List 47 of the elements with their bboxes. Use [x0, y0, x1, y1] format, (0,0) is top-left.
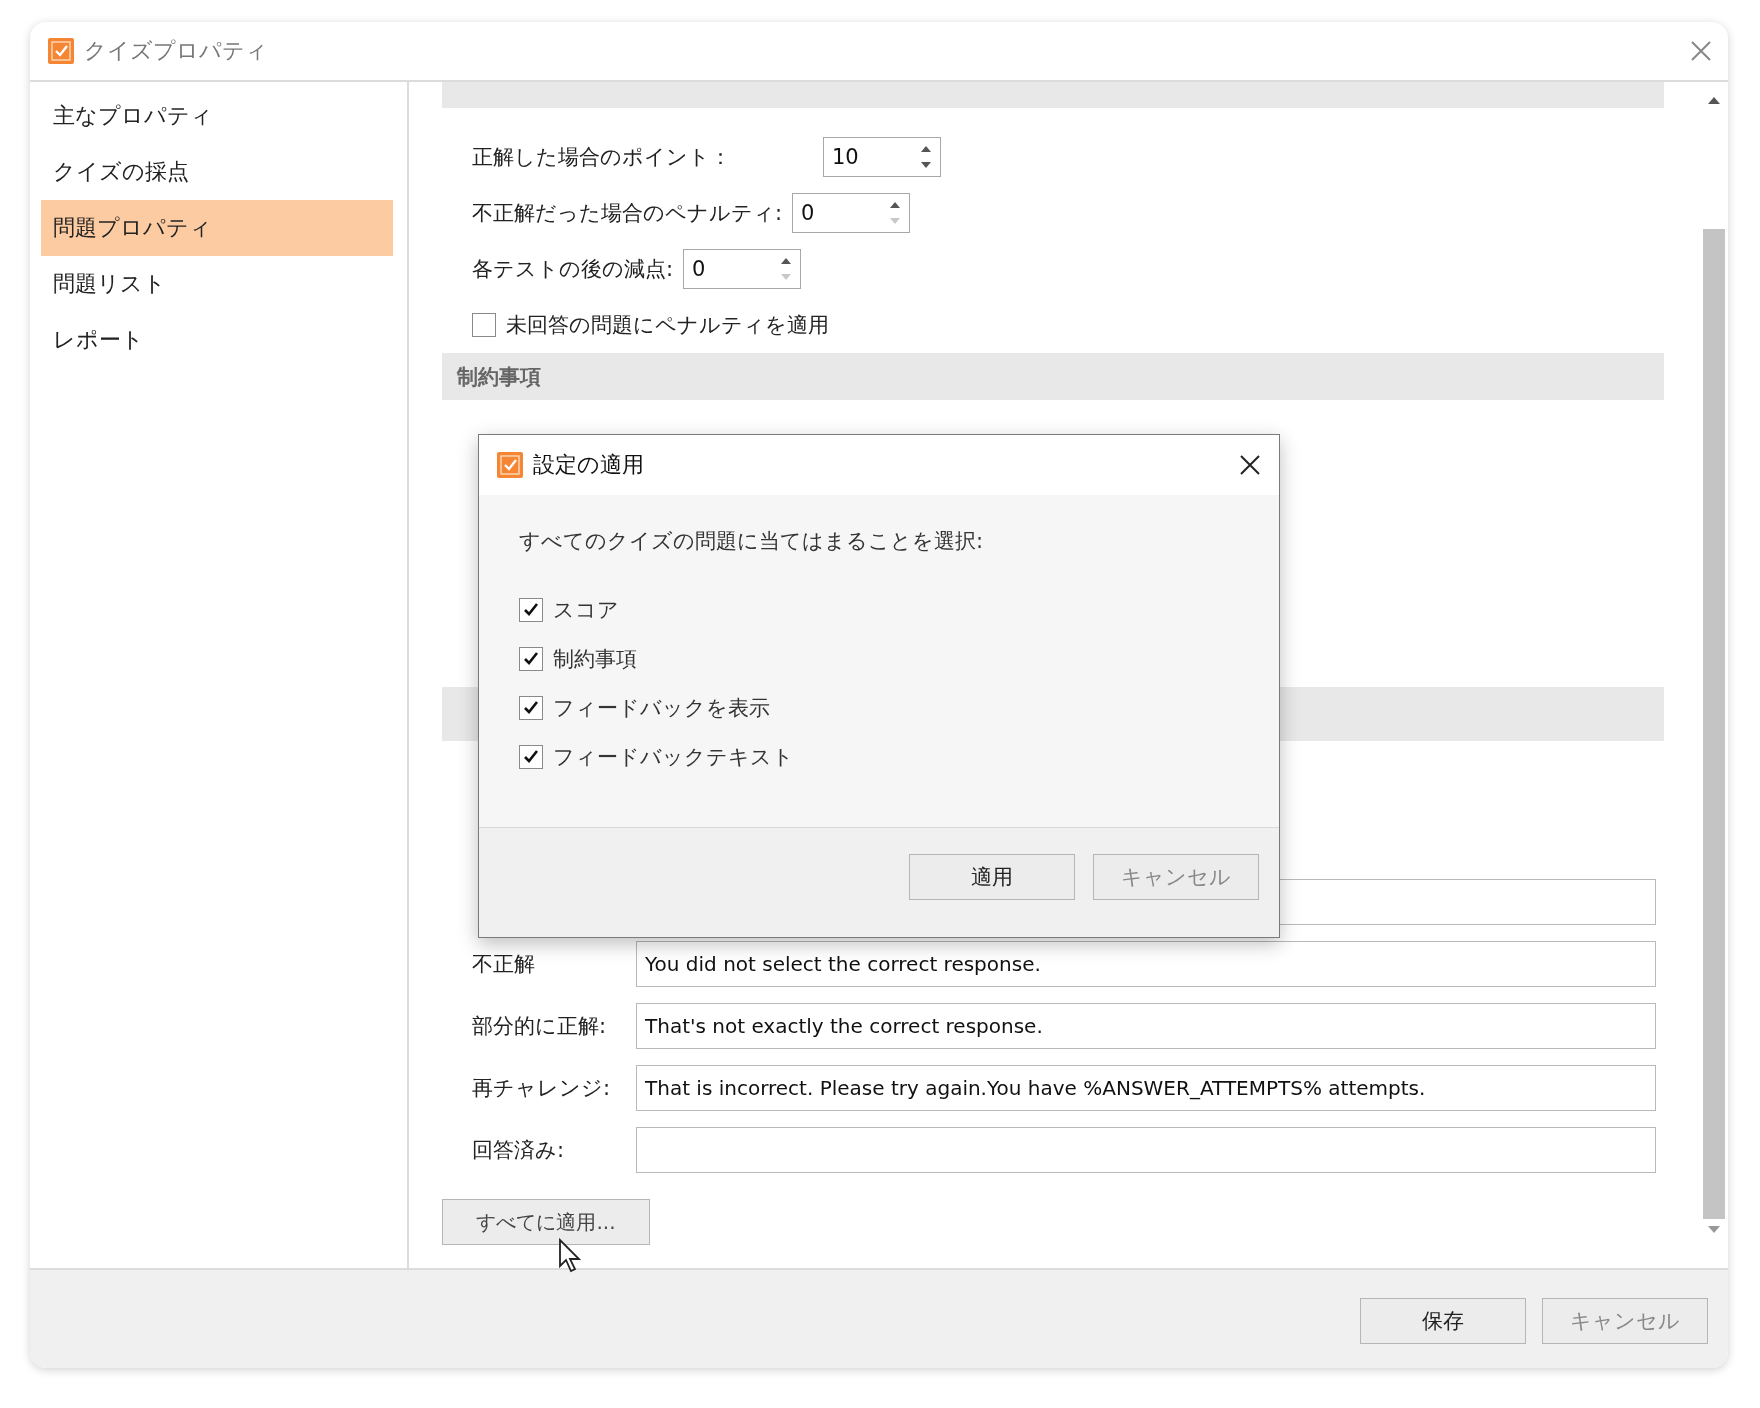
scroll-down-icon[interactable] — [1707, 1225, 1721, 1234]
input-field[interactable]: You did not select the correct response. — [636, 941, 1656, 987]
scroll-up-icon[interactable] — [1707, 96, 1721, 105]
input-field[interactable]: That's not exactly the correct response. — [636, 1003, 1656, 1049]
sidebar-item[interactable]: 問題リスト — [41, 256, 393, 312]
sidebar-item[interactable]: レポート — [41, 312, 393, 368]
checkbox-label: フィードバックを表示 — [553, 694, 770, 722]
button[interactable]: 適用 — [909, 854, 1075, 900]
sidebar-item[interactable]: 主なプロパティ — [41, 88, 393, 144]
sidebar-item[interactable]: クイズの採点 — [41, 144, 393, 200]
dialog-prompt: すべてのクイズの問題に当てはまることを選択: — [519, 528, 985, 555]
field-label: 回答済み: — [472, 1137, 566, 1164]
checkbox-label: 未回答の問題にペナルティを適用 — [506, 312, 829, 339]
field-label: 正解した場合のポイント： — [472, 144, 731, 171]
dialog-title: 設定の適用 — [533, 451, 645, 479]
number-spinner[interactable]: 0 — [792, 193, 911, 233]
checkbox-label: 制約事項 — [553, 645, 637, 673]
field-label: 部分的に正解: — [472, 1013, 608, 1040]
input-field[interactable] — [636, 1127, 1656, 1173]
field-label: 不正解だった場合のペナルティ: — [472, 200, 783, 227]
checkbox-label: フィードバックテキスト — [553, 743, 794, 771]
number-spinner[interactable]: 10 — [823, 137, 941, 177]
section-header: 制約事項 — [442, 353, 1664, 400]
close-icon[interactable] — [1239, 454, 1261, 476]
spin-up-icon[interactable] — [780, 257, 793, 265]
apply-all-button[interactable]: すべてに適用... — [442, 1199, 650, 1245]
spin-up-icon[interactable] — [920, 145, 932, 153]
checkbox[interactable] — [519, 646, 543, 671]
app-logo-icon — [48, 38, 74, 64]
sidebar-item[interactable]: 問題プロパティ — [41, 200, 393, 256]
checkbox[interactable] — [519, 695, 543, 720]
window-title: クイズプロパティ — [84, 37, 269, 65]
app-logo-icon — [497, 452, 523, 478]
checkbox-label: スコア — [553, 596, 619, 624]
field-label: 各テストの後の減点: — [472, 256, 674, 283]
field-label: 再チャレンジ: — [472, 1075, 612, 1102]
field-label: 不正解 — [472, 951, 536, 978]
spin-down-icon[interactable] — [920, 161, 932, 169]
scrollbar-thumb[interactable] — [1703, 229, 1725, 1219]
checkbox[interactable] — [472, 313, 496, 337]
checkbox[interactable] — [519, 744, 543, 769]
number-spinner[interactable]: 0 — [683, 249, 802, 289]
checkbox[interactable] — [519, 597, 543, 622]
button[interactable]: 保存 — [1360, 1298, 1526, 1344]
input-field[interactable]: That is incorrect. Please try again.You have %ANSWER_ATTEMPTS% attempts. — [636, 1065, 1656, 1111]
spin-up-icon[interactable] — [889, 201, 902, 209]
pointer-cursor-icon — [558, 1238, 584, 1274]
